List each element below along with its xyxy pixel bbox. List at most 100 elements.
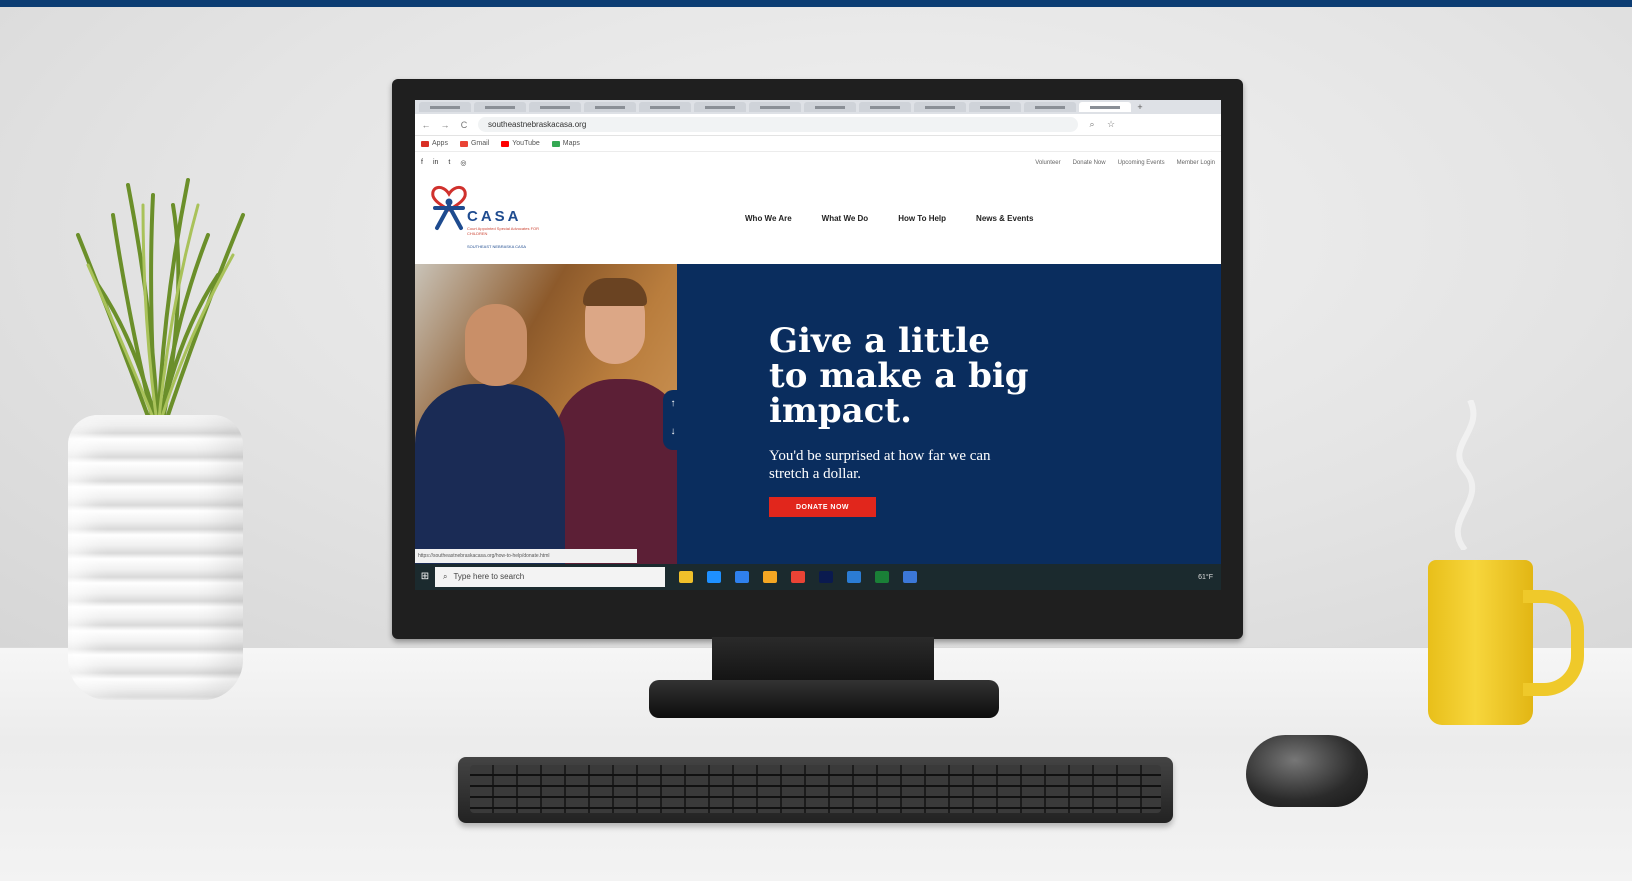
browser-tab[interactable] xyxy=(584,102,636,112)
bookmark-icon xyxy=(459,140,468,147)
grass-leaves xyxy=(76,178,245,432)
social-icon[interactable]: ◎ xyxy=(460,159,466,167)
photo-person-right-hair xyxy=(583,278,647,306)
browser-tab[interactable] xyxy=(804,102,856,112)
browser-tab[interactable] xyxy=(749,102,801,112)
bookmark-label: Maps xyxy=(562,140,580,147)
photo-person-right-body xyxy=(555,379,677,564)
photo-person-left-head xyxy=(465,304,527,386)
mug-handle xyxy=(1523,590,1584,696)
reload-icon[interactable]: C xyxy=(459,120,469,130)
browser-tab[interactable] xyxy=(529,102,581,112)
taskbar-app-icon[interactable] xyxy=(875,571,889,583)
browser-tab[interactable] xyxy=(914,102,966,112)
bookmark-item[interactable]: Apps xyxy=(421,140,448,147)
nav-item[interactable]: Who We Are xyxy=(745,214,792,223)
browser-tab[interactable] xyxy=(694,102,746,112)
hero-photo xyxy=(415,264,677,564)
utility-link[interactable]: Donate Now xyxy=(1073,160,1106,166)
tab-title xyxy=(1090,105,1120,109)
steam xyxy=(1454,400,1477,550)
tab-title xyxy=(980,105,1010,109)
bookmark-item[interactable]: YouTube xyxy=(501,140,540,147)
taskbar-app-icon[interactable] xyxy=(679,571,693,583)
nav-item[interactable]: How To Help xyxy=(898,214,946,223)
windows-taskbar: ⊞ ⌕ Type here to search 61°F xyxy=(415,564,1221,590)
casa-logo[interactable]: CASA Court Appointed Special Advocates F… xyxy=(429,182,569,257)
tab-title xyxy=(1035,105,1065,109)
tab-title xyxy=(925,105,955,109)
utility-link[interactable]: Volunteer xyxy=(1035,160,1060,166)
back-icon[interactable]: ← xyxy=(421,120,431,130)
bookmark-star-icon[interactable]: ☆ xyxy=(1106,119,1116,130)
logo-tagline: SOUTHEAST NEBRASKA CASA xyxy=(467,244,527,249)
bookmark-label: Gmail xyxy=(470,140,490,147)
taskbar-search[interactable]: ⌕ Type here to search xyxy=(435,567,665,587)
taskbar-search-placeholder: Type here to search xyxy=(453,572,525,581)
utility-link[interactable]: Upcoming Events xyxy=(1118,160,1165,166)
monitor-screen: + ← → C southeastnebraskacasa.org ⌕ ☆ Ap… xyxy=(415,100,1221,610)
hero-panel: Give a little to make a big impact. You'… xyxy=(677,264,1221,564)
browser-tab[interactable] xyxy=(859,102,911,112)
taskbar-app-icon[interactable] xyxy=(735,571,749,583)
site-utility-bar: f in t ◎ Volunteer Donate Now Upcoming Events… xyxy=(415,152,1221,174)
nav-item[interactable]: News & Events xyxy=(976,214,1033,223)
browser-tab[interactable] xyxy=(1079,102,1131,112)
taskbar-app-icon[interactable] xyxy=(847,571,861,583)
windows-start-icon[interactable]: ⊞ xyxy=(415,564,435,590)
arrow-up-icon[interactable]: ↑ xyxy=(663,390,683,418)
browser-tab[interactable] xyxy=(639,102,691,112)
heart-figure-icon xyxy=(431,186,467,230)
utility-link[interactable]: Member Login xyxy=(1177,160,1215,166)
bookmark-item[interactable]: Gmail xyxy=(459,140,490,147)
slider-arrows: ↑ ↓ xyxy=(663,390,683,450)
logo-subtitle: Court Appointed Special Advocates FOR CH… xyxy=(467,226,540,236)
bookmark-icon xyxy=(501,140,510,147)
bookmark-label: Apps xyxy=(432,140,448,147)
address-bar[interactable]: southeastnebraskacasa.org xyxy=(478,117,1078,132)
search-icon: ⌕ xyxy=(443,572,448,581)
tab-title xyxy=(595,105,625,109)
donate-now-button[interactable]: DONATE NOW xyxy=(769,497,876,517)
taskbar-app-icon[interactable] xyxy=(791,571,805,583)
keyboard-keys xyxy=(470,765,1161,813)
screen-bottom-bezel xyxy=(415,590,1221,610)
hero-title: Give a little to make a big impact. xyxy=(769,321,1029,431)
browser-tab[interactable] xyxy=(1024,102,1076,112)
taskbar-app-icon[interactable] xyxy=(903,571,917,583)
utility-links: Volunteer Donate Now Upcoming Events Member… xyxy=(1035,160,1215,166)
logo-wordmark: CASA xyxy=(467,208,522,225)
potted-plant xyxy=(58,175,258,700)
bookmark-item[interactable]: Maps xyxy=(551,140,580,147)
arrow-down-icon[interactable]: ↓ xyxy=(663,418,683,446)
browser-tab[interactable] xyxy=(969,102,1021,112)
bookmark-icon xyxy=(551,140,560,147)
social-icon[interactable]: in xyxy=(433,159,438,167)
browser-tab[interactable] xyxy=(419,102,471,112)
new-tab-button[interactable]: + xyxy=(1134,102,1146,112)
social-icon[interactable]: t xyxy=(448,159,450,167)
keyboard xyxy=(458,757,1173,823)
nav-item[interactable]: What We Do xyxy=(822,214,869,223)
tab-title xyxy=(430,105,460,109)
browser-toolbar: ← → C southeastnebraskacasa.org ⌕ ☆ xyxy=(415,114,1221,136)
tab-title xyxy=(815,105,845,109)
taskbar-app-icon[interactable] xyxy=(763,571,777,583)
system-tray-weather: 61°F xyxy=(1198,573,1213,581)
taskbar-app-icon[interactable] xyxy=(707,571,721,583)
monitor-base xyxy=(649,680,999,718)
zoom-icon[interactable]: ⌕ xyxy=(1087,119,1097,130)
white-vase xyxy=(68,415,243,700)
tab-title xyxy=(705,105,735,109)
taskbar-app-icon[interactable] xyxy=(819,571,833,583)
tab-title xyxy=(870,105,900,109)
hero-subtitle: You'd be surprised at how far we can str… xyxy=(769,448,991,482)
yellow-mug xyxy=(1428,560,1584,730)
social-icon[interactable]: f xyxy=(421,159,423,167)
main-navigation: Who We Are What We Do How To Help News & Ev… xyxy=(745,214,1033,223)
browser-tab[interactable] xyxy=(474,102,526,112)
bookmarks-bar: Apps Gmail YouTube Maps xyxy=(415,136,1221,152)
browser-tab-bar: + xyxy=(415,100,1221,114)
mug-body xyxy=(1428,560,1533,725)
forward-icon[interactable]: → xyxy=(440,120,450,130)
